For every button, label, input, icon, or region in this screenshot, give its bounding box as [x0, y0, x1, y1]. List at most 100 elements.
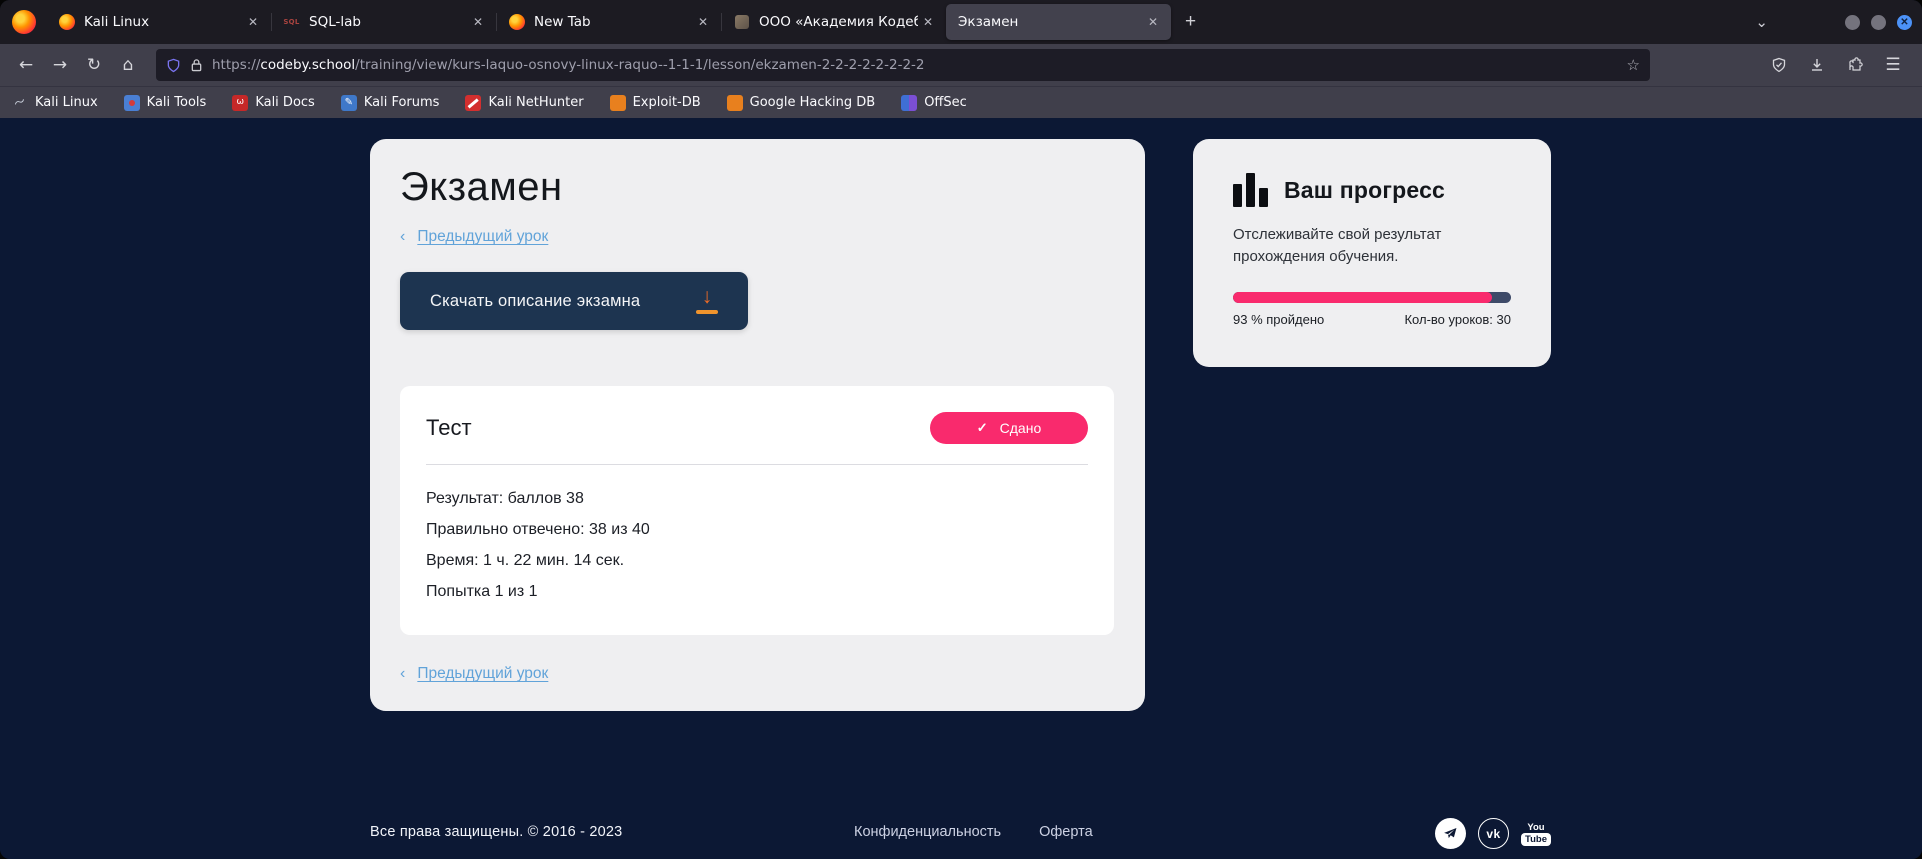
offsec-icon — [901, 95, 917, 111]
bookmark-kali-tools[interactable]: Kali Tools — [124, 95, 207, 111]
firefox-favicon-icon — [58, 14, 75, 31]
lock-icon[interactable] — [190, 58, 203, 72]
bookmark-label: Kali Linux — [35, 95, 98, 110]
tab-close-icon[interactable]: ✕ — [468, 13, 488, 31]
browser-window: Kali Linux ✕ SQL SQL-lab ✕ New Tab ✕ ООО… — [0, 0, 1922, 859]
downloads-icon[interactable] — [1801, 50, 1833, 80]
tab-akademiya-codeby[interactable]: ООО «Академия Кодеба ✕ — [721, 4, 946, 40]
chevron-left-icon: ‹ — [400, 665, 405, 683]
bookmark-google-hacking-db[interactable]: Google Hacking DB — [727, 95, 876, 111]
tab-title: Kali Linux — [84, 14, 243, 30]
bookmark-star-icon[interactable]: ☆ — [1627, 56, 1640, 74]
tab-close-icon[interactable]: ✕ — [243, 13, 263, 31]
download-exam-description-button[interactable]: Скачать описание экзамна ↓ — [400, 272, 748, 330]
vk-label: vk — [1486, 827, 1500, 841]
bookmark-kali-nethunter[interactable]: Kali NetHunter — [465, 95, 583, 111]
tab-bar: Kali Linux ✕ SQL SQL-lab ✕ New Tab ✕ ООО… — [0, 0, 1922, 44]
window-controls: ⌄ ✕ — [1755, 13, 1912, 31]
youtube-tube-text: Tube — [1521, 833, 1551, 846]
passed-status-badge: ✓ Сдано — [930, 412, 1088, 444]
youtube-icon[interactable]: You Tube — [1521, 822, 1551, 846]
test-header: Тест ✓ Сдано — [426, 412, 1088, 444]
progress-bar-fill — [1233, 292, 1492, 303]
site-favicon-icon — [733, 14, 750, 31]
bookmark-offsec[interactable]: OffSec — [901, 95, 967, 111]
forward-button[interactable]: → — [44, 50, 76, 80]
bookmark-kali-linux[interactable]: Kali Linux — [12, 95, 98, 111]
sql-favicon-icon: SQL — [283, 14, 300, 31]
privacy-link[interactable]: Конфиденциальность — [854, 824, 1001, 840]
progress-bar — [1233, 292, 1511, 303]
page-footer: Все права защищены. © 2016 - 2023 Конфид… — [370, 803, 1551, 859]
list-all-tabs-icon[interactable]: ⌄ — [1755, 13, 1768, 31]
vk-icon[interactable]: vk — [1478, 818, 1509, 849]
extensions-puzzle-icon[interactable] — [1839, 50, 1871, 80]
exploit-db-bird-icon — [610, 95, 626, 111]
progress-header: Ваш прогресс — [1233, 173, 1511, 207]
result-time: Время: 1 ч. 22 мин. 14 сек. — [426, 551, 1088, 571]
download-button-label: Скачать описание экзамна — [430, 292, 694, 311]
navigation-toolbar: ← → ↻ ⌂ https://codeby.school/training/v… — [0, 44, 1922, 86]
tab-sql-lab[interactable]: SQL SQL-lab ✕ — [271, 4, 496, 40]
result-attempt: Попытка 1 из 1 — [426, 582, 1088, 602]
bookmark-kali-docs[interactable]: Kali Docs — [232, 95, 315, 111]
telegram-icon[interactable] — [1435, 818, 1466, 849]
progress-labels: 93 % пройдено Кол-во уроков: 30 — [1233, 312, 1511, 327]
url-domain: codeby.school — [260, 57, 355, 73]
url-protocol: https:// — [212, 57, 260, 73]
bookmark-label: Kali Tools — [147, 95, 207, 110]
exam-card: Экзамен ‹ Предыдущий урок Скачать описан… — [370, 139, 1145, 711]
tab-close-icon[interactable]: ✕ — [918, 13, 938, 31]
progress-percent-label: 93 % пройдено — [1233, 312, 1324, 327]
tracking-shield-icon[interactable] — [166, 58, 181, 73]
google-hacking-db-bird-icon — [727, 95, 743, 111]
bookmark-label: Exploit-DB — [633, 95, 701, 110]
toolbar-right-icons: ☰ — [1760, 50, 1912, 80]
tab-close-icon[interactable]: ✕ — [693, 13, 713, 31]
bookmark-exploit-db[interactable]: Exploit-DB — [610, 95, 701, 111]
tab-ekzamen-active[interactable]: Экзамен ✕ — [946, 4, 1171, 40]
chevron-left-icon: ‹ — [400, 228, 405, 246]
previous-lesson-link-bottom[interactable]: ‹ Предыдущий урок — [400, 665, 1115, 683]
previous-lesson-label[interactable]: Предыдущий урок — [417, 228, 548, 246]
tab-title: SQL-lab — [309, 14, 468, 30]
window-maximize-button[interactable] — [1871, 15, 1886, 30]
bookmark-label: Kali NetHunter — [488, 95, 583, 110]
kali-dragon-icon — [12, 95, 28, 111]
reload-button[interactable]: ↻ — [78, 50, 110, 80]
copyright-text: Все права защищены. © 2016 - 2023 — [370, 824, 622, 840]
progress-description: Отслеживайте свой результат прохождения … — [1233, 224, 1473, 268]
home-button[interactable]: ⌂ — [112, 50, 144, 80]
test-result-card: Тест ✓ Сдано Результат: баллов 38 Правил… — [400, 386, 1114, 635]
offer-link[interactable]: Оферта — [1039, 824, 1093, 840]
bookmark-label: OffSec — [924, 95, 967, 110]
menu-hamburger-icon[interactable]: ☰ — [1877, 50, 1909, 80]
url-path: /training/view/kurs-laquo-osnovy-linux-r… — [355, 57, 924, 73]
tab-new-tab[interactable]: New Tab ✕ — [496, 4, 721, 40]
badge-label: Сдано — [1000, 420, 1042, 436]
page-title: Экзамен — [400, 165, 1115, 210]
bar-chart-icon — [1233, 173, 1268, 207]
divider — [426, 464, 1088, 465]
protections-shield-icon[interactable] — [1763, 50, 1795, 80]
firefox-favicon-icon — [508, 14, 525, 31]
tab-close-icon[interactable]: ✕ — [1143, 13, 1163, 31]
footer-links: Конфиденциальность Оферта — [854, 824, 1131, 840]
kali-nethunter-icon — [465, 95, 481, 111]
back-button[interactable]: ← — [10, 50, 42, 80]
kali-forums-icon — [341, 95, 357, 111]
url-bar[interactable]: https://codeby.school/training/view/kurs… — [156, 49, 1650, 81]
firefox-logo-icon — [12, 10, 36, 34]
url-text[interactable]: https://codeby.school/training/view/kurs… — [212, 57, 1619, 73]
bookmark-label: Google Hacking DB — [750, 95, 876, 110]
bookmark-kali-forums[interactable]: Kali Forums — [341, 95, 440, 111]
window-minimize-button[interactable] — [1845, 15, 1860, 30]
previous-lesson-label[interactable]: Предыдущий урок — [417, 665, 548, 683]
window-close-button[interactable]: ✕ — [1897, 15, 1912, 30]
new-tab-button[interactable]: + — [1175, 9, 1206, 35]
previous-lesson-link-top[interactable]: ‹ Предыдущий урок — [400, 228, 1115, 246]
result-correct: Правильно отвечено: 38 из 40 — [426, 520, 1088, 540]
tab-kali-linux[interactable]: Kali Linux ✕ — [46, 4, 271, 40]
download-arrow-glyph: ↓ — [702, 288, 713, 306]
download-underline — [696, 310, 718, 314]
